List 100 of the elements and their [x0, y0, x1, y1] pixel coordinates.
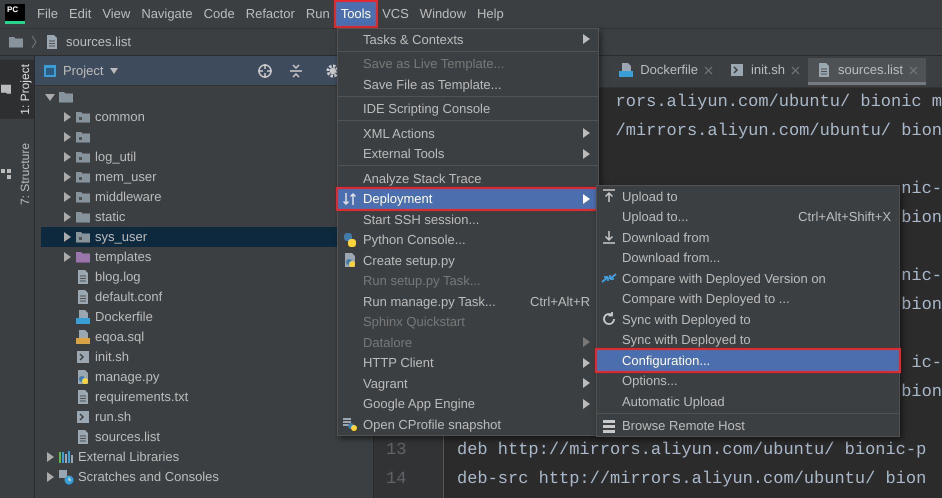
menu-item[interactable]: Tasks & Contexts — [338, 29, 598, 50]
tree-item-label: run.sh — [95, 408, 132, 426]
tree-item-label: External Libraries — [78, 448, 180, 466]
sql-file-icon — [75, 329, 91, 345]
structure-icon — [0, 168, 12, 180]
menu-item[interactable]: Download from... — [597, 248, 899, 268]
menu-item[interactable]: Compare with Deployed Version on — [597, 268, 899, 288]
menu-item[interactable]: IDE Scripting Console — [338, 98, 598, 119]
code-line: deb http://mirrors.aliyun.com/ubuntu/ bionic-p — [457, 442, 926, 458]
menu-bar-item[interactable]: VCS — [377, 2, 414, 26]
menu-bar-item[interactable]: Help — [472, 2, 509, 26]
menu-item-label: Sphinx Quickstart — [363, 313, 465, 331]
expand-arrow-icon[interactable] — [62, 252, 72, 262]
menu-item-label: Upload to... — [622, 208, 688, 226]
menu-item-label: Google App Engine — [363, 395, 476, 413]
python-icon — [342, 232, 358, 248]
menu-item[interactable]: Automatic Upload — [597, 391, 899, 412]
menu-item[interactable]: Configuration... — [597, 350, 899, 370]
folder-icon — [75, 109, 91, 125]
expand-arrow-icon[interactable] — [62, 232, 72, 242]
expand-arrow-icon[interactable] — [62, 212, 72, 222]
tree-item-label: requirements.txt — [95, 388, 188, 406]
folder-icon — [8, 34, 24, 50]
menu-item-label: Upload to — [622, 188, 678, 206]
locate-icon[interactable] — [257, 62, 273, 78]
menu-bar-item[interactable]: Edit — [64, 2, 96, 26]
shell-file-icon — [75, 349, 91, 365]
code-line: nic- — [901, 268, 942, 284]
file-icon — [75, 429, 91, 445]
menu-item[interactable]: Browse Remote Host — [597, 416, 899, 436]
menu-item-label: External Tools — [363, 145, 444, 163]
tree-item-label: Scratches and Consoles — [78, 468, 219, 486]
expand-arrow-icon[interactable] — [62, 152, 72, 162]
menu-bar-item[interactable]: Code — [198, 2, 240, 26]
tree-item-label: default.conf — [95, 288, 162, 306]
project-icon — [43, 64, 57, 78]
menu-item-label: Automatic Upload — [622, 392, 725, 411]
breadcrumb-item[interactable]: sources.list — [66, 32, 132, 52]
menu-item-label: Python Console... — [363, 231, 466, 249]
menu-bar-item[interactable]: File — [32, 2, 63, 26]
menu-bar-item[interactable]: Tools — [336, 2, 376, 26]
menu-bar-item[interactable]: Refactor — [240, 2, 300, 26]
close-icon[interactable] — [704, 66, 713, 74]
menu-item[interactable]: Save File as Template... — [338, 74, 598, 94]
tree-item-label: static — [95, 208, 126, 226]
shell-file-icon — [75, 409, 91, 425]
sync-icon — [601, 311, 617, 328]
profile-icon — [342, 416, 358, 432]
menu-item-label: Datalore — [363, 334, 412, 352]
tree-item-label: sources.list — [95, 428, 160, 446]
tree-item-label: eqoa.sql — [95, 328, 144, 346]
expand-arrow-icon[interactable] — [62, 172, 72, 182]
menu-item-label: Save as Live Template... — [363, 55, 504, 73]
tree-item-label: blog.log — [95, 268, 141, 286]
menu-bar-item[interactable]: Run — [300, 2, 335, 26]
menu-item[interactable]: Sync with Deployed to — [597, 330, 899, 350]
menu-item[interactable]: Upload to... Ctrl+Alt+Shift+X — [597, 206, 899, 227]
caret-icon — [109, 66, 120, 74]
menu-item-label: Sync with Deployed to — [622, 310, 751, 329]
view-dropdown[interactable]: Project — [43, 60, 120, 80]
collapse-icon[interactable] — [289, 62, 303, 78]
menu-bar-item[interactable]: View — [97, 2, 136, 26]
menu-item-label: Run manage.py Task... — [363, 292, 496, 311]
folder-icon — [58, 89, 74, 105]
menu-item[interactable]: Download from — [597, 227, 899, 248]
menu-bar-item[interactable]: Window — [414, 2, 472, 26]
code-line: deb-src http://mirrors.aliyun.com/ubuntu/ bion — [457, 472, 926, 488]
menu-item[interactable]: Options... — [597, 370, 899, 391]
tree-row[interactable]: External Libraries — [41, 447, 349, 467]
menu-bar-item[interactable]: Navigate — [136, 2, 198, 26]
close-icon[interactable] — [790, 66, 800, 74]
menu-item[interactable]: Compare with Deployed to ... — [597, 288, 899, 309]
menu-item[interactable]: Upload to — [597, 186, 899, 206]
expand-arrow-icon[interactable] — [62, 192, 72, 202]
menu-item[interactable]: Sync with Deployed to — [597, 309, 899, 330]
menu-item-label: Download from — [622, 228, 710, 246]
upload-icon — [601, 188, 617, 204]
expand-arrow-icon[interactable] — [62, 112, 72, 122]
folder-icon — [75, 149, 91, 165]
menu-item-label: Open CProfile snapshot — [363, 416, 502, 434]
editor-tab[interactable]: sources.list — [808, 58, 926, 85]
menu-item[interactable]: Deployment — [338, 188, 598, 209]
docker-file-icon — [75, 309, 91, 325]
tool-window-button[interactable]: 1: Project — [0, 60, 34, 119]
menu-item-label: Configuration... — [622, 352, 710, 370]
expand-arrow-icon[interactable] — [44, 92, 54, 102]
menu-item-label: Run setup.py Task... — [363, 272, 481, 290]
expand-arrow-icon[interactable] — [44, 452, 54, 462]
expand-arrow-icon[interactable] — [44, 472, 54, 482]
tree-row[interactable]: Scratches and Consoles — [41, 467, 349, 487]
scratches-icon — [58, 469, 74, 485]
editor-tab[interactable]: init.sh — [721, 58, 808, 85]
editor-tab[interactable]: Dockerfile — [610, 58, 721, 85]
file-icon — [75, 269, 91, 285]
menu-item-label: Vagrant — [363, 374, 408, 393]
code-line: nic- — [901, 182, 942, 198]
menu-item-label: XML Actions — [363, 124, 435, 142]
menu-item-label: Deployment — [363, 190, 432, 208]
expand-arrow-icon[interactable] — [62, 132, 72, 142]
tool-window-button[interactable]: 7: Structure — [0, 138, 34, 209]
